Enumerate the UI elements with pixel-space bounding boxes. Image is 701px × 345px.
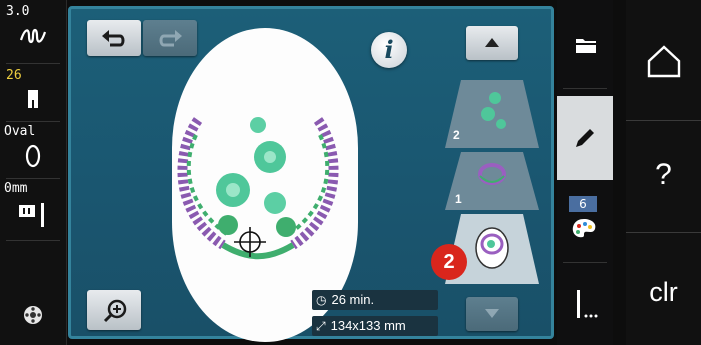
layer-item[interactable]: 2 (445, 80, 539, 153)
embroidery-design[interactable] (168, 95, 348, 265)
undo-button[interactable] (87, 20, 141, 56)
clear-button[interactable]: clr (626, 262, 701, 322)
redo-button[interactable] (143, 20, 197, 56)
pencil-icon (576, 129, 594, 147)
color-tab[interactable]: 6 (557, 196, 613, 256)
redo-icon (159, 30, 182, 47)
zigzag-icon (0, 26, 66, 51)
arrow-down-icon (485, 309, 499, 318)
stitch-width-value: 3.0 (6, 4, 30, 19)
presser-foot-icon (0, 88, 66, 115)
info-button[interactable]: i (371, 32, 407, 68)
stitch-time-display: ◷ 26 min. (312, 290, 438, 310)
design-size-display: ⤢ 134x133 mm (312, 316, 438, 336)
oval-hoop-icon (0, 144, 66, 173)
arrow-up-icon (485, 38, 499, 47)
selection-tab[interactable] (557, 18, 613, 78)
edit-tab[interactable] (557, 96, 613, 180)
callout-marker: 2 (431, 244, 467, 280)
presser-foot-indicator[interactable]: 26 (0, 64, 66, 120)
stitch-out-icon (577, 290, 598, 318)
design-size-value: 134x133 mm (330, 318, 406, 333)
stitch-time-value: 26 min. (331, 292, 375, 307)
home-icon (647, 45, 681, 78)
resize-icon: ⤢ (316, 319, 326, 333)
needle-plate-icon (0, 201, 66, 234)
color-count: 6 (569, 196, 597, 212)
bobbin-indicator[interactable] (0, 290, 66, 340)
stitch-out-tab[interactable] (557, 280, 613, 340)
needle-position-value: 0mm (4, 181, 28, 196)
bobbin-icon (0, 304, 66, 331)
layers-scroll-down-button[interactable] (466, 297, 518, 331)
help-button[interactable]: ? (626, 140, 701, 210)
right-tab-bar: 6 (557, 0, 613, 345)
hoop-indicator[interactable]: Oval (0, 122, 66, 178)
stitch-width-indicator[interactable]: 3.0 (0, 0, 66, 60)
presser-foot-number: 26 (6, 68, 22, 83)
needle-position-indicator[interactable]: 0mm (0, 179, 66, 239)
layer-item[interactable]: 1 (445, 152, 539, 215)
status-column: 3.0 26 Oval 0mm (0, 0, 67, 345)
system-button-column: ? clr (626, 0, 701, 345)
layer-number: 1 (455, 192, 462, 206)
palette-icon (572, 219, 596, 238)
layer-number: 2 (453, 128, 460, 142)
zoom-button[interactable] (87, 290, 141, 330)
hoop-label: Oval (4, 124, 36, 139)
undo-icon (102, 30, 125, 47)
folder-icon (576, 39, 596, 53)
home-button[interactable] (626, 30, 701, 100)
clock-icon: ◷ (316, 293, 327, 307)
layers-scroll-up-button[interactable] (466, 26, 518, 60)
machine-display: 3.0 26 Oval 0mm i ◷ 26 min. ⤢ 134x133 mm… (0, 0, 701, 345)
info-label: i (384, 35, 394, 64)
zoom-in-icon (103, 299, 127, 323)
